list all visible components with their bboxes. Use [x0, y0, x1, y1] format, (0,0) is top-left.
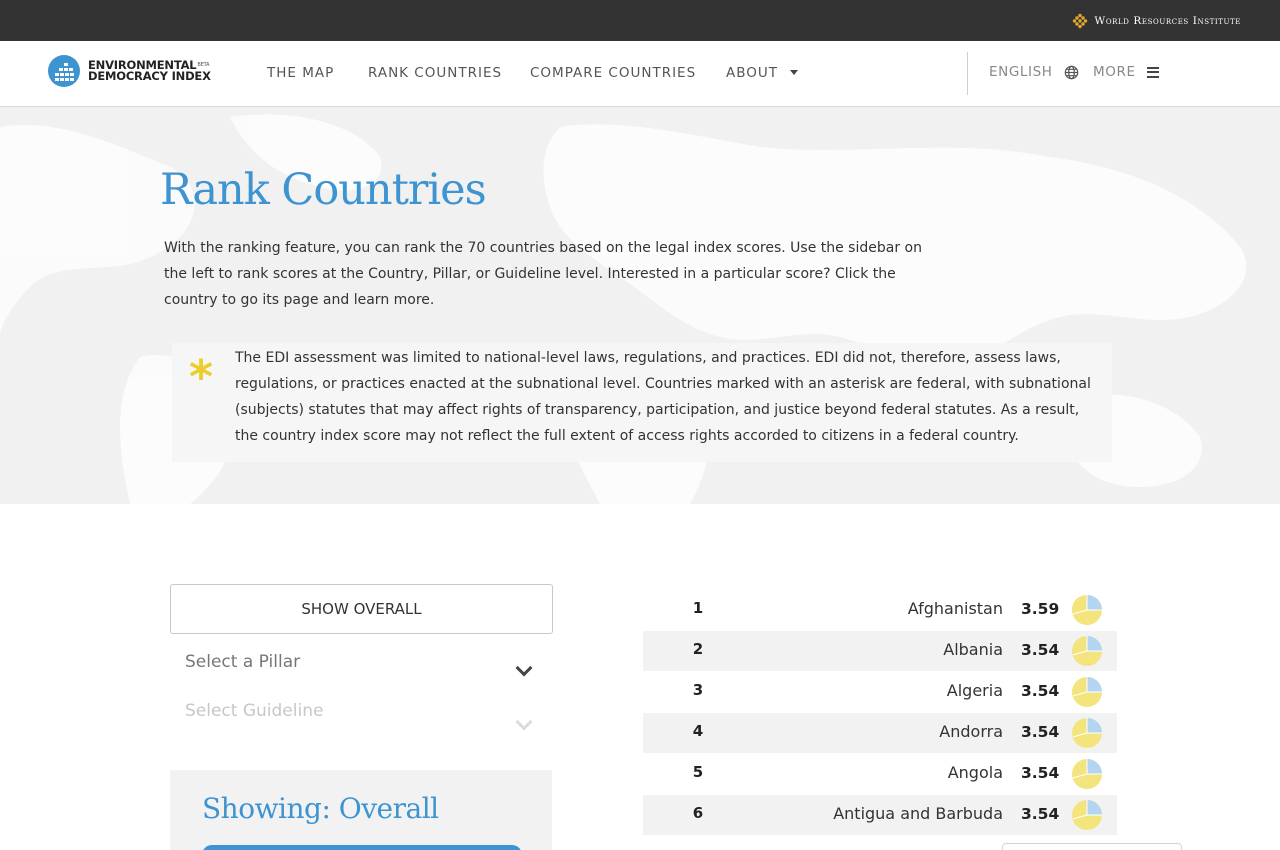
ranking-row[interactable]: 3 Algeria 3.54 — [643, 672, 1117, 712]
wri-link[interactable]: World Resources Institute — [1072, 13, 1241, 29]
country-name[interactable]: Albania — [943, 640, 1003, 659]
edi-logo-text: ENVIRONMENTALBETA DEMOCRACY INDEX — [88, 59, 211, 83]
more-menu[interactable]: MORE — [1093, 64, 1159, 80]
country-score: 3.54 — [1021, 723, 1060, 741]
language-selector[interactable]: ENGLISH — [989, 64, 1079, 80]
country-name[interactable]: Andorra — [939, 722, 1003, 741]
score-pie-icon — [1072, 800, 1102, 830]
pillar-select[interactable]: Select a Pillar — [185, 652, 537, 682]
score-pie-icon — [1071, 595, 1102, 625]
tooltip-popup — [1002, 843, 1182, 850]
ranking-row[interactable]: 4 Andorra 3.54 — [643, 713, 1117, 753]
page-title: Rank Countries — [160, 165, 487, 215]
nav-compare-countries[interactable]: COMPARE COUNTRIES — [530, 65, 696, 81]
score-pie-icon — [1072, 677, 1102, 707]
country-name[interactable]: Algeria — [947, 681, 1003, 700]
caret-down-icon — [790, 70, 799, 75]
pillar-select-label: Select a Pillar — [185, 652, 301, 672]
hero-section: Rank Countries With the ranking feature,… — [0, 107, 1280, 504]
country-score: 3.54 — [1021, 682, 1060, 700]
federal-note-text: The EDI assessment was limited to nation… — [235, 350, 1091, 444]
score-pie-icon — [1072, 636, 1102, 666]
country-score: 3.59 — [1021, 600, 1060, 618]
show-overall-button[interactable]: SHOW OVERALL — [170, 584, 553, 634]
more-label: MORE — [1093, 64, 1136, 80]
nav-rank-countries[interactable]: RANK COUNTRIES — [368, 65, 502, 81]
showing-panel: Showing: Overall — [170, 770, 552, 850]
edi-logo-icon — [48, 55, 80, 87]
wri-label: World Resources Institute — [1094, 15, 1241, 27]
edi-logo[interactable]: ENVIRONMENTALBETA DEMOCRACY INDEX — [48, 55, 211, 87]
country-score: 3.54 — [1021, 641, 1060, 659]
logo-beta-label: BETA — [197, 62, 210, 68]
asterisk-icon: * — [189, 350, 214, 404]
showing-title: Showing: Overall — [202, 792, 439, 825]
language-label: ENGLISH — [989, 64, 1053, 80]
rank-number: 2 — [692, 640, 704, 658]
hamburger-icon — [1146, 66, 1159, 78]
country-name[interactable]: Antigua and Barbuda — [833, 804, 1003, 823]
rank-number: 5 — [692, 763, 704, 781]
nav-the-map[interactable]: THE MAP — [267, 65, 334, 81]
top-bar: World Resources Institute — [0, 0, 1280, 41]
country-score: 3.54 — [1021, 805, 1060, 823]
country-score: 3.54 — [1021, 764, 1060, 782]
rank-number: 1 — [692, 599, 704, 617]
logo-line2: DEMOCRACY INDEX — [88, 69, 211, 83]
federal-note: * The EDI assessment was limited to nati… — [172, 343, 1112, 462]
ranking-row[interactable]: 1 Afghanistan 3.59 — [643, 590, 1117, 630]
showing-bar — [202, 845, 522, 850]
globe-icon — [1064, 65, 1078, 79]
country-name[interactable]: Afghanistan — [908, 599, 1003, 618]
rank-number: 3 — [692, 681, 704, 699]
rank-number: 4 — [692, 722, 704, 740]
ranking-row[interactable]: 6 Antigua and Barbuda 3.54 — [643, 795, 1117, 835]
nav-about-label: ABOUT — [726, 65, 779, 81]
score-pie-icon — [1072, 718, 1102, 748]
nav-about[interactable]: ABOUT — [726, 65, 799, 81]
chevron-down-icon — [515, 713, 533, 731]
site-header: ENVIRONMENTALBETA DEMOCRACY INDEX THE MA… — [0, 41, 1280, 107]
wri-logo-icon — [1073, 13, 1088, 29]
header-divider — [967, 52, 968, 95]
intro-text: With the ranking feature, you can rank t… — [164, 240, 922, 308]
ranking-row[interactable]: 5 Angola 3.54 — [643, 754, 1117, 794]
score-pie-icon — [1072, 759, 1102, 789]
guideline-select[interactable]: Select Guideline — [185, 701, 537, 731]
rank-number: 6 — [692, 804, 704, 822]
chevron-down-icon — [515, 659, 533, 677]
ranking-row[interactable]: 2 Albania 3.54 — [643, 631, 1117, 671]
country-name[interactable]: Angola — [948, 763, 1003, 782]
guideline-select-label: Select Guideline — [185, 701, 324, 721]
